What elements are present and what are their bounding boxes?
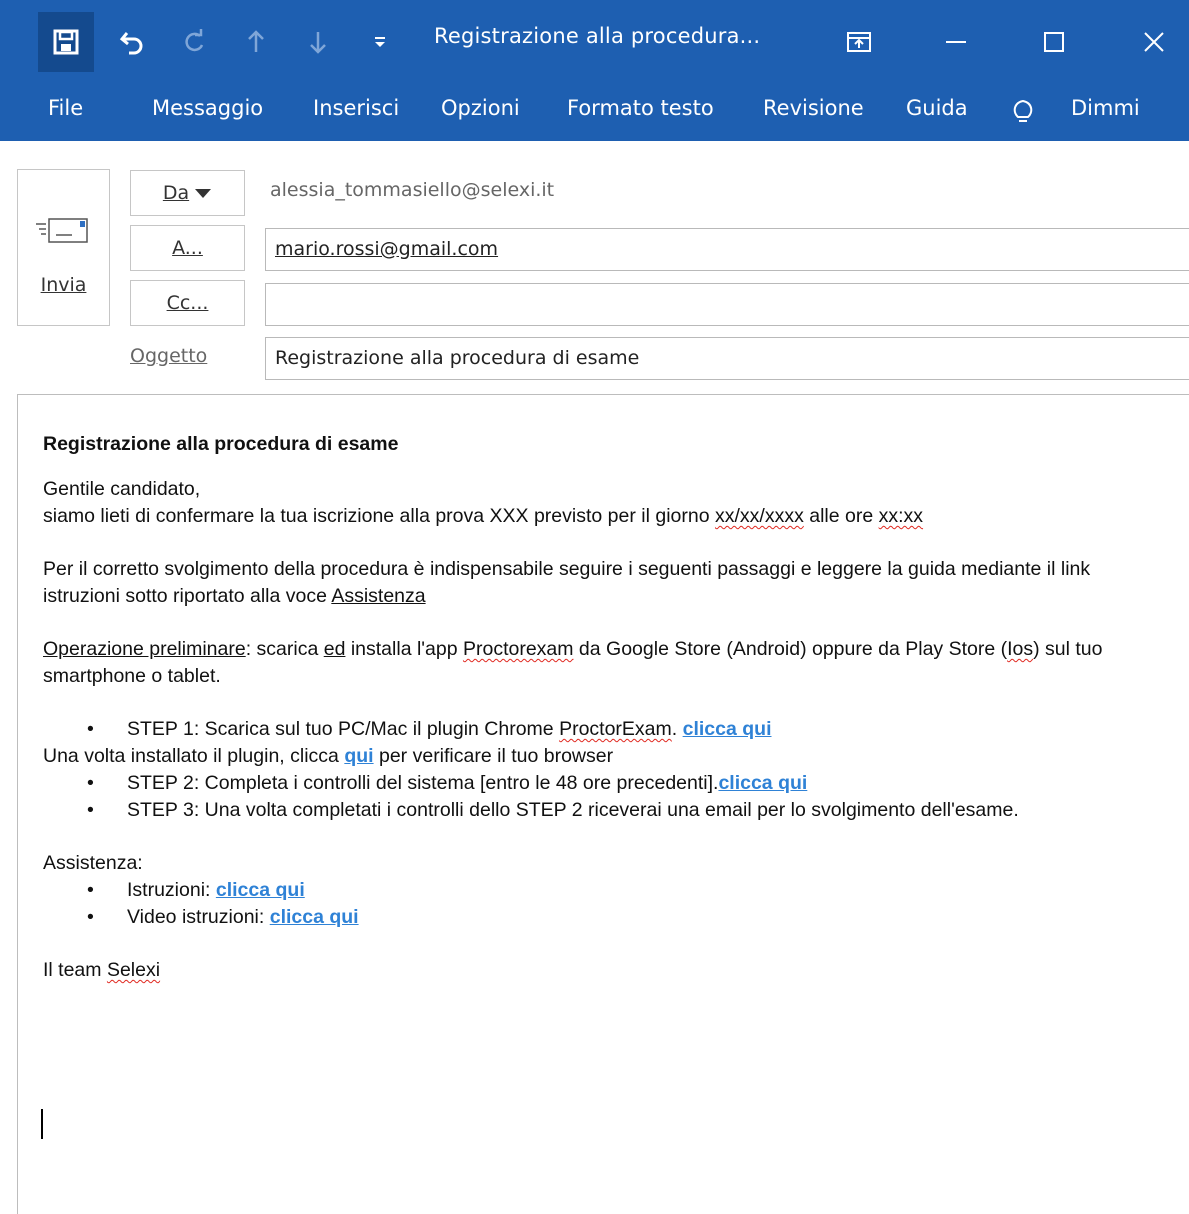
- ribbon-tabs: File Messaggio Inserisci Opzioni Formato…: [0, 78, 1189, 141]
- window-title: Registrazione alla procedura...: [434, 24, 761, 48]
- plugin-paragraph: Una volta installato il plugin, clicca q…: [43, 745, 614, 767]
- chevron-down-icon: [195, 189, 212, 198]
- tab-revisione[interactable]: Revisione: [763, 96, 864, 120]
- assistance-list: Istruzioni: clicca qui Video istruzioni:…: [43, 877, 1163, 931]
- from-address: alessia_tommasiello@selexi.it: [270, 179, 555, 201]
- move-down-icon: [310, 32, 326, 54]
- list-item: STEP 3: Una volta completati i controlli…: [43, 797, 1163, 824]
- step1-link[interactable]: clicca qui: [683, 718, 772, 740]
- lightbulb-icon[interactable]: [1011, 97, 1035, 127]
- confirm-paragraph: siamo lieti di confermare la tua iscrizi…: [43, 505, 924, 527]
- cc-field[interactable]: [265, 283, 1189, 326]
- tab-dimmi[interactable]: Dimmi: [1071, 96, 1140, 120]
- instructions-link[interactable]: clicca qui: [216, 879, 305, 901]
- subject-label: Oggetto: [130, 345, 208, 367]
- to-button[interactable]: A...: [130, 225, 245, 271]
- to-recipient[interactable]: mario.rossi@gmail.com: [275, 238, 498, 260]
- move-up-button[interactable]: [228, 12, 284, 72]
- move-down-button[interactable]: [290, 12, 346, 72]
- ribbon-display-icon: [847, 32, 871, 52]
- message-body[interactable]: Registrazione alla procedura di esame Ge…: [17, 394, 1189, 1214]
- assistance-link[interactable]: Assistenza: [331, 585, 425, 607]
- message-heading: Registrazione alla procedura di esame: [43, 433, 399, 455]
- customize-qat-button[interactable]: [352, 12, 408, 72]
- tab-inserisci[interactable]: Inserisci: [313, 96, 399, 120]
- close-icon: [1144, 32, 1164, 52]
- customize-qat-icon: [375, 37, 385, 47]
- cc-button[interactable]: Cc...: [130, 280, 245, 326]
- send-envelope-icon: [36, 218, 88, 243]
- step2-link[interactable]: clicca qui: [718, 772, 807, 794]
- procedure-paragraph: Per il corretto svolgimento della proced…: [43, 558, 1091, 607]
- send-button[interactable]: Invia: [17, 169, 110, 326]
- plugin-check-link[interactable]: qui: [344, 745, 373, 767]
- undo-button[interactable]: [104, 12, 160, 72]
- minimize-button[interactable]: [926, 16, 986, 68]
- tab-messaggio[interactable]: Messaggio: [152, 96, 263, 120]
- save-button[interactable]: [38, 12, 94, 72]
- undo-icon: [119, 32, 143, 55]
- message-content: Registrazione alla procedura di esame Ge…: [43, 431, 1163, 984]
- minimize-icon: [946, 41, 966, 43]
- text-cursor: [41, 1109, 43, 1139]
- list-item: STEP 2: Completa i controlli del sistema…: [43, 770, 1163, 797]
- from-button[interactable]: Da: [130, 170, 245, 216]
- move-up-icon: [248, 30, 264, 52]
- redo-icon: [185, 29, 204, 52]
- greeting: Gentile candidato,: [43, 478, 201, 500]
- subject-field[interactable]: Registrazione alla procedura di esame: [265, 337, 1189, 380]
- maximize-icon: [1044, 32, 1064, 52]
- tab-formato-testo[interactable]: Formato testo: [567, 96, 714, 120]
- list-item: STEP 1: Scarica sul tuo PC/Mac il plugin…: [43, 716, 1163, 743]
- to-field[interactable]: mario.rossi@gmail.com: [265, 228, 1189, 271]
- list-item: Istruzioni: clicca qui: [43, 877, 1163, 904]
- signature: Il team Selexi: [43, 959, 161, 981]
- send-label: Invia: [40, 274, 87, 296]
- list-item: Video istruzioni: clicca qui: [43, 904, 1163, 931]
- ribbon-display-button[interactable]: [829, 16, 889, 68]
- cc-label: Cc...: [166, 292, 209, 314]
- video-instructions-link[interactable]: clicca qui: [270, 906, 359, 928]
- save-icon: [53, 29, 79, 55]
- redo-button[interactable]: [166, 12, 222, 72]
- preliminary-paragraph: Operazione preliminare: scarica ed insta…: [43, 638, 1103, 687]
- tab-guida[interactable]: Guida: [906, 96, 968, 120]
- from-label: Da: [162, 182, 190, 204]
- tab-opzioni[interactable]: Opzioni: [441, 96, 520, 120]
- title-bar: Registrazione alla procedura...: [0, 0, 1189, 78]
- steps-list-2: STEP 2: Completa i controlli del sistema…: [43, 770, 1163, 824]
- tab-file[interactable]: File: [48, 96, 83, 120]
- steps-list-1: STEP 1: Scarica sul tuo PC/Mac il plugin…: [43, 716, 1163, 743]
- assistance-label: Assistenza:: [43, 852, 143, 874]
- close-button[interactable]: [1124, 16, 1184, 68]
- maximize-button[interactable]: [1024, 16, 1084, 68]
- to-label: A...: [172, 237, 203, 259]
